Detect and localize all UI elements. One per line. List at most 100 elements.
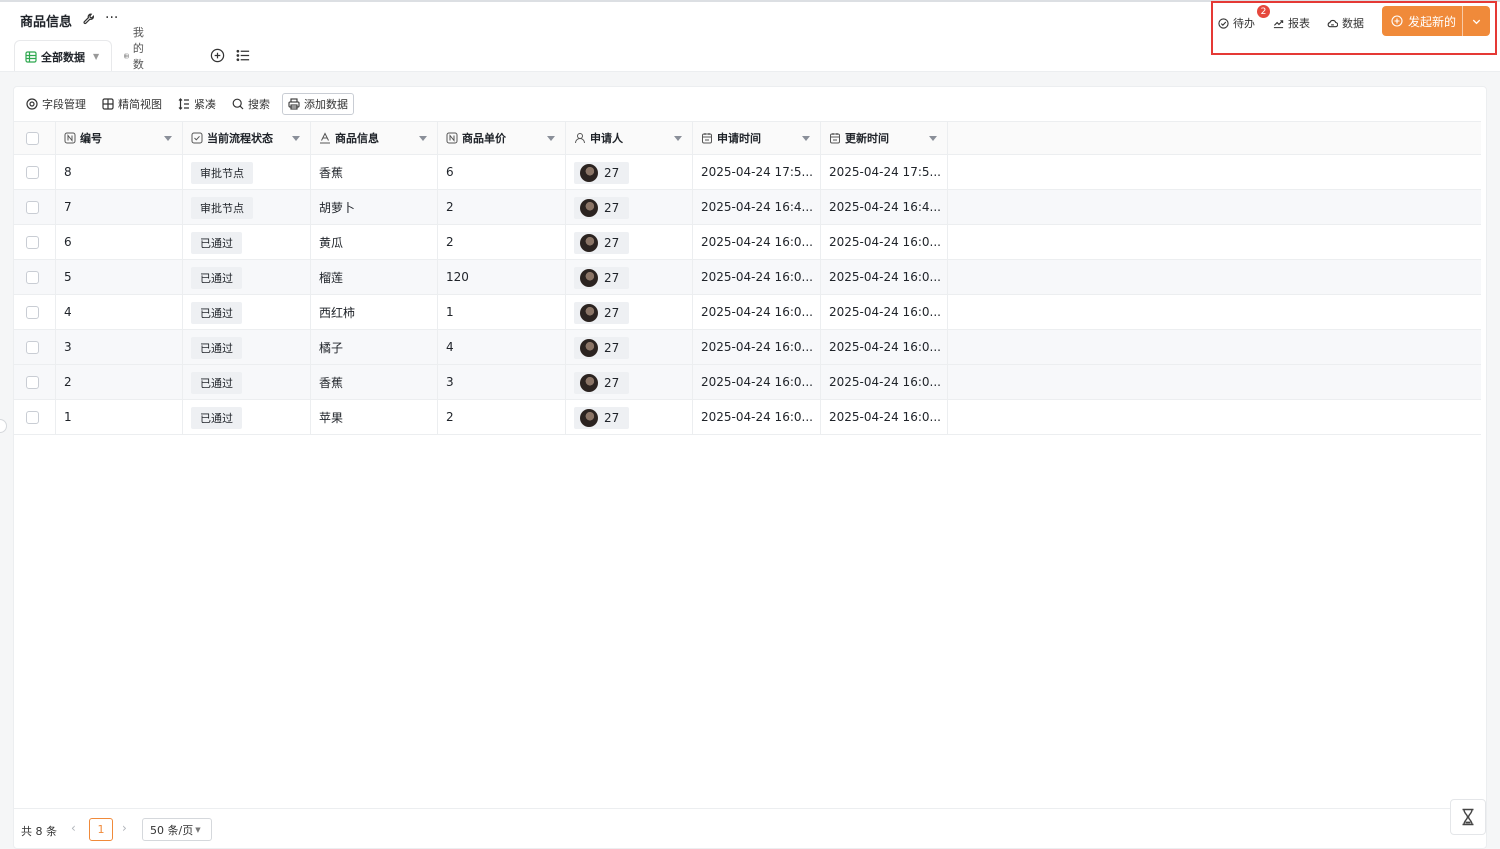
prev-page-icon[interactable]: ‹ [71, 821, 76, 835]
column-header-id[interactable]: 编号 [56, 122, 183, 154]
cell-status: 审批节点 [183, 155, 311, 189]
column-menu-caret-icon[interactable] [674, 136, 682, 141]
cell-product: 香蕉 [311, 155, 438, 189]
select-all-cell [14, 122, 56, 154]
table-row[interactable]: 6 已通过 黄瓜 2 27 2025-04-24 16:0... 2025-04… [14, 225, 1481, 260]
column-header-label: 更新时间 [845, 132, 889, 145]
row-select-cell [14, 365, 56, 399]
cell-update-time: 2025-04-24 16:0... [821, 260, 948, 294]
user-chip[interactable]: 27 [574, 372, 630, 394]
column-header-product[interactable]: 商品信息 [311, 122, 438, 154]
row-checkbox[interactable] [26, 410, 39, 424]
column-header-label: 当前流程状态 [207, 132, 273, 145]
report-button[interactable]: 报表 [1273, 15, 1310, 31]
user-chip[interactable]: 27 [574, 232, 630, 254]
user-chip[interactable]: 27 [574, 197, 630, 219]
page-number-current[interactable]: 1 [89, 818, 113, 841]
tab-all-data[interactable]: 全部数据 ▼ [14, 40, 112, 72]
next-page-icon[interactable]: › [122, 821, 127, 835]
search-button[interactable]: 搜索 [232, 96, 270, 112]
check-circle-icon [1218, 17, 1229, 29]
cell-apply-time: 2025-04-24 17:5... [693, 155, 821, 189]
row-select-cell [14, 260, 56, 294]
table-row[interactable]: 2 已通过 香蕉 3 27 2025-04-24 16:0... 2025-04… [14, 365, 1481, 400]
compact-button[interactable]: 紧凑 [178, 96, 216, 112]
start-new-dropdown[interactable] [1463, 16, 1490, 27]
row-select-cell [14, 400, 56, 434]
simple-view-button[interactable]: 精简视图 [102, 96, 162, 112]
table-row[interactable]: 4 已通过 西红柿 1 27 2025-04-24 16:0... 2025-0… [14, 295, 1481, 330]
row-select-cell [14, 295, 56, 329]
column-menu-caret-icon[interactable] [547, 136, 555, 141]
data-label: 数据 [1342, 17, 1364, 30]
start-new-button[interactable]: 发起新的 [1382, 6, 1490, 36]
column-header-applicant[interactable]: 申请人 [566, 122, 693, 154]
column-header-status[interactable]: 当前流程状态 [183, 122, 311, 154]
add-data-button[interactable]: 添加数据 [282, 93, 354, 115]
cell-product: 西红柿 [311, 295, 438, 329]
column-menu-caret-icon[interactable] [802, 136, 810, 141]
cell-product: 橘子 [311, 330, 438, 364]
table-row[interactable]: 7 审批节点 胡萝卜 2 27 2025-04-24 16:4... 2025-… [14, 190, 1481, 225]
todo-button[interactable]: 待办 [1218, 15, 1255, 31]
cell-price: 6 [438, 155, 566, 189]
avatar [580, 304, 598, 322]
user-chip[interactable]: 27 [574, 302, 630, 324]
field-manage-button[interactable]: 字段管理 [26, 96, 86, 112]
column-header-price[interactable]: 商品单价 [438, 122, 566, 154]
column-header-update-time[interactable]: 更新时间 [821, 122, 948, 154]
table-row[interactable]: 5 已通过 榴莲 120 27 2025-04-24 16:0... 2025-… [14, 260, 1481, 295]
table-row[interactable]: 8 审批节点 香蕉 6 27 2025-04-24 17:5... 2025-0… [14, 155, 1481, 190]
chevron-down-icon[interactable]: ▼ [93, 52, 99, 61]
row-checkbox[interactable] [26, 375, 39, 389]
row-checkbox[interactable] [26, 165, 39, 179]
column-menu-caret-icon[interactable] [419, 136, 427, 141]
cell-applicant: 27 [566, 365, 693, 399]
hourglass-float-button[interactable] [1450, 799, 1486, 835]
select-all-checkbox[interactable] [26, 131, 39, 145]
cell-status: 已通过 [183, 400, 311, 434]
add-view-icon[interactable] [210, 48, 225, 63]
list-icon[interactable] [236, 48, 251, 63]
cell-status: 已通过 [183, 225, 311, 259]
status-badge: 已通过 [191, 302, 242, 324]
cell-price: 2 [438, 190, 566, 224]
applicant-name: 27 [604, 201, 620, 215]
column-menu-caret-icon[interactable] [164, 136, 172, 141]
status-badge: 审批节点 [191, 162, 253, 184]
user-chip[interactable]: 27 [574, 162, 630, 184]
printer-icon [288, 98, 300, 110]
row-checkbox[interactable] [26, 305, 39, 319]
page-size-select[interactable]: 50 条/页 ▼ [142, 818, 212, 841]
user-chip[interactable]: 27 [574, 337, 630, 359]
cell-apply-time: 2025-04-24 16:0... [693, 260, 821, 294]
avatar [580, 409, 598, 427]
cell-id: 3 [56, 330, 183, 364]
row-checkbox[interactable] [26, 340, 39, 354]
status-badge: 审批节点 [191, 197, 253, 219]
data-button[interactable]: 数据 [1327, 15, 1364, 31]
column-menu-caret-icon[interactable] [929, 136, 937, 141]
row-checkbox[interactable] [26, 200, 39, 214]
cloud-data-icon [1327, 19, 1338, 27]
field-manage-label: 字段管理 [42, 98, 86, 111]
table-row[interactable]: 1 已通过 苹果 2 27 2025-04-24 16:0... 2025-04… [14, 400, 1481, 435]
cell-update-time: 2025-04-24 16:0... [821, 225, 948, 259]
wrench-icon[interactable] [82, 12, 96, 26]
cell-id: 1 [56, 400, 183, 434]
column-menu-caret-icon[interactable] [292, 136, 300, 141]
row-checkbox[interactable] [26, 270, 39, 284]
column-header-apply-time[interactable]: 申请时间 [693, 122, 821, 154]
user-chip[interactable]: 27 [574, 267, 630, 289]
row-select-cell [14, 330, 56, 364]
avatar [580, 234, 598, 252]
more-icon[interactable]: ··· [105, 10, 118, 26]
table-row[interactable]: 3 已通过 橘子 4 27 2025-04-24 16:0... 2025-04… [14, 330, 1481, 365]
cell-price: 2 [438, 225, 566, 259]
search-icon [232, 98, 244, 110]
user-chip[interactable]: 27 [574, 407, 630, 429]
row-checkbox[interactable] [26, 235, 39, 249]
cell-id: 8 [56, 155, 183, 189]
cell-apply-time: 2025-04-24 16:0... [693, 365, 821, 399]
tab-my-data[interactable]: 我的数据 [124, 26, 151, 87]
